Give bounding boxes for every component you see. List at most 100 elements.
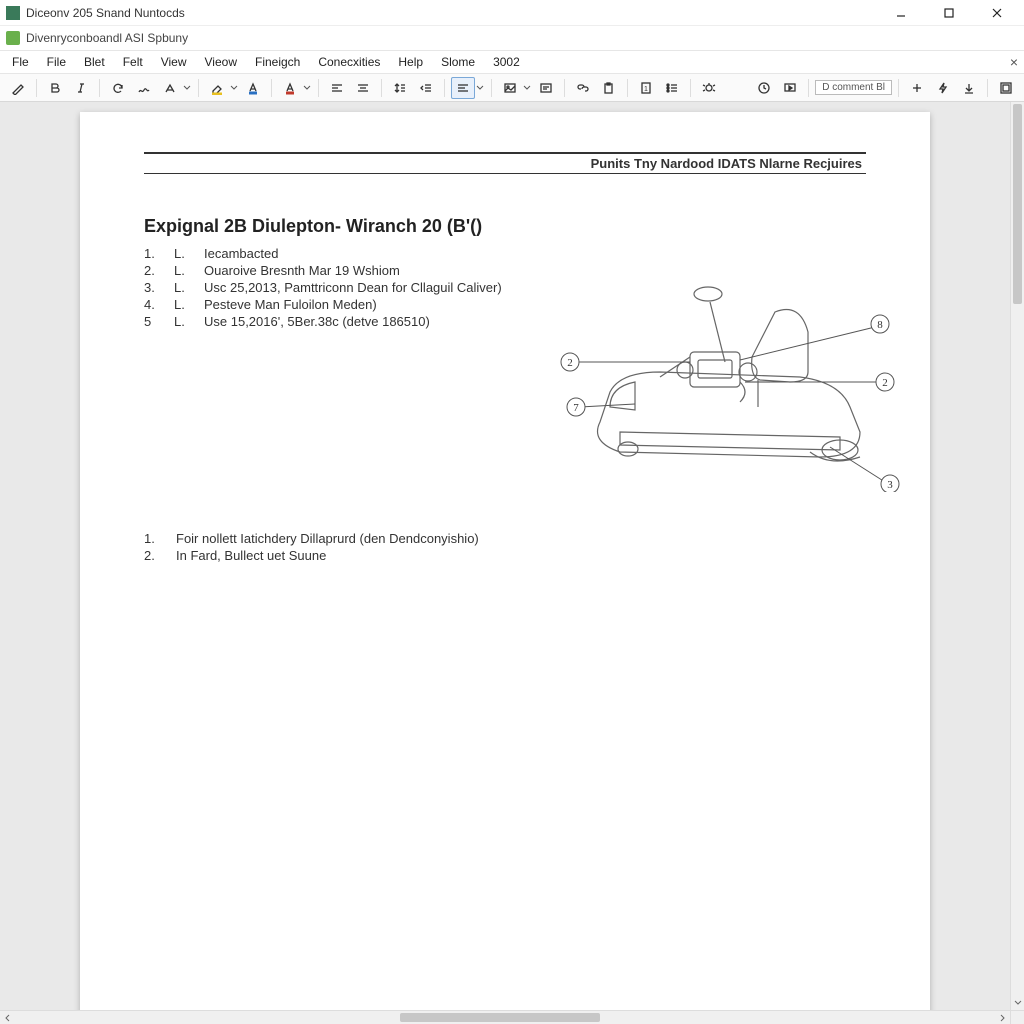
pen-icon[interactable] (6, 77, 30, 99)
note-text: In Fard, Bullect uet Suune (176, 548, 326, 563)
menu-blet[interactable]: Blet (76, 52, 113, 72)
note-row: 1. Foir nollett Iatichdery Dillaprurd (d… (144, 530, 866, 547)
chevron-down-icon[interactable] (182, 84, 192, 92)
style-icon[interactable] (158, 77, 182, 99)
menu-fle[interactable]: Fle (4, 52, 37, 72)
textbox-icon[interactable] (534, 77, 558, 99)
align-left-icon[interactable] (325, 77, 349, 99)
textcolor-icon[interactable] (278, 77, 302, 99)
callout-label: 2 (882, 377, 888, 389)
menu-felt[interactable]: Felt (115, 52, 151, 72)
menu-bar: Fle File Blet Felt View Vieow Fineigch C… (0, 50, 1024, 74)
page: Punits Tny Nardood IDATS Nlarne Recjuire… (80, 112, 930, 1010)
document-workspace[interactable]: Punits Tny Nardood IDATS Nlarne Recjuire… (0, 102, 1010, 1010)
add-icon[interactable] (905, 77, 929, 99)
page-header-text: Punits Tny Nardood IDATS Nlarne Recjuire… (591, 156, 862, 171)
fullscreen-icon[interactable] (994, 77, 1018, 99)
signature-icon[interactable] (132, 77, 156, 99)
horizontal-scroll-thumb[interactable] (400, 1013, 600, 1022)
page-number-icon[interactable]: 1 (634, 77, 658, 99)
paragraph-align-icon[interactable] (451, 77, 475, 99)
chevron-down-icon[interactable] (229, 84, 239, 92)
scroll-left-icon[interactable] (0, 1011, 14, 1024)
menu-conecxities[interactable]: Conecxities (310, 52, 388, 72)
menu-3002[interactable]: 3002 (485, 52, 528, 72)
callout-label: 7 (573, 402, 579, 414)
spec-text: Ouaroive Bresnth Mar 19 Wshiom (204, 263, 400, 278)
vertical-scroll-thumb[interactable] (1013, 104, 1022, 304)
menu-help[interactable]: Help (390, 52, 431, 72)
spec-num: 2. (144, 263, 158, 278)
toolbar-separator (318, 79, 319, 97)
clock-icon[interactable] (752, 77, 776, 99)
toolbar-separator (690, 79, 691, 97)
toolbar-separator (564, 79, 565, 97)
object-dropdown[interactable] (498, 77, 532, 99)
toolbar-separator (198, 79, 199, 97)
spec-lead: L. (174, 246, 188, 261)
document-close-icon[interactable]: × (1010, 54, 1018, 70)
spec-lead: L. (174, 297, 188, 312)
bolt-icon[interactable] (931, 77, 955, 99)
clipboard-icon[interactable] (597, 77, 621, 99)
toolbar-separator (987, 79, 988, 97)
document-icon (6, 31, 20, 45)
toolbar: 1 D comment Bl (0, 74, 1024, 102)
note-num: 2. (144, 548, 158, 563)
close-button[interactable] (982, 3, 1012, 23)
highlight-icon[interactable] (205, 77, 229, 99)
menu-fineigch[interactable]: Fineigch (247, 52, 308, 72)
bold-icon[interactable] (43, 77, 67, 99)
callout-label: 2 (567, 357, 573, 369)
chevron-down-icon[interactable] (522, 84, 532, 92)
minimize-button[interactable] (886, 3, 916, 23)
spec-num: 1. (144, 246, 158, 261)
toolbar-separator (36, 79, 37, 97)
callout-label: 3 (887, 479, 893, 491)
slideshow-icon[interactable] (778, 77, 802, 99)
style-dropdown[interactable] (158, 77, 192, 99)
window-controls (886, 3, 1018, 23)
note-list: 1. Foir nollett Iatichdery Dillaprurd (d… (144, 530, 866, 564)
horizontal-scrollbar[interactable] (0, 1010, 1010, 1024)
document-subbar: Divenryconboandl ASI Spbuny (0, 26, 1024, 50)
indent-decrease-icon[interactable] (414, 77, 438, 99)
paragraph-dropdown[interactable] (451, 77, 485, 99)
toolbar-separator (808, 79, 809, 97)
image-icon[interactable] (498, 77, 522, 99)
scroll-down-icon[interactable] (1011, 996, 1024, 1010)
chevron-down-icon[interactable] (475, 84, 485, 92)
zoom-dropdown[interactable]: D comment Bl (815, 80, 892, 95)
textcolor-dropdown[interactable] (278, 77, 312, 99)
menu-vieow[interactable]: Vieow (197, 52, 245, 72)
linespacing-icon[interactable] (388, 77, 412, 99)
list-icon[interactable] (660, 77, 684, 99)
spec-lead: L. (174, 280, 188, 295)
spec-text: Use 15,2016', 5Ber.38c (detve 186510) (204, 314, 430, 329)
menu-file[interactable]: File (39, 52, 74, 72)
parts-diagram: 2 8 2 7 3 (540, 232, 920, 492)
vertical-scrollbar[interactable] (1010, 102, 1024, 1010)
fontcolor-icon[interactable] (241, 77, 265, 99)
app-icon (6, 6, 20, 20)
maximize-button[interactable] (934, 3, 964, 23)
toolbar-separator (627, 79, 628, 97)
toolbar-separator (491, 79, 492, 97)
refresh-icon[interactable] (106, 77, 130, 99)
bug-icon[interactable] (697, 77, 721, 99)
spec-text: Pesteve Man Fuloilon Meden) (204, 297, 377, 312)
italic-icon[interactable] (69, 77, 93, 99)
align-center-icon[interactable] (351, 77, 375, 99)
chevron-down-icon[interactable] (302, 84, 312, 92)
menu-slome[interactable]: Slome (433, 52, 483, 72)
toolbar-separator (271, 79, 272, 97)
highlight-dropdown[interactable] (205, 77, 239, 99)
window-title: Diceonv 205 Snand Nuntocds (26, 6, 886, 20)
scroll-right-icon[interactable] (996, 1011, 1010, 1024)
menu-view[interactable]: View (153, 52, 195, 72)
window-titlebar: Diceonv 205 Snand Nuntocds (0, 0, 1024, 26)
link-icon[interactable] (571, 77, 595, 99)
callout-label: 8 (877, 319, 883, 331)
download-icon[interactable] (957, 77, 981, 99)
spec-num: 3. (144, 280, 158, 295)
